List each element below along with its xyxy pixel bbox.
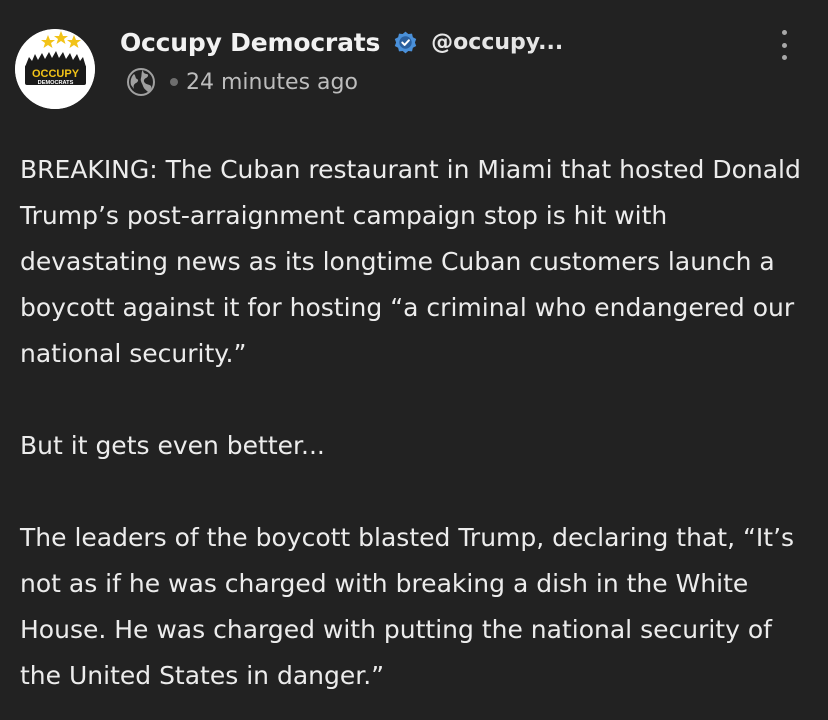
avatar-line2: DEMOCRATS: [38, 80, 74, 86]
post-paragraph: BREAKING: The Cuban restaurant in Miami …: [20, 155, 801, 368]
verified-badge-icon: [392, 29, 419, 56]
post-timestamp[interactable]: 24 minutes ago: [186, 70, 358, 95]
avatar[interactable]: OCCUPY DEMOCRATS: [15, 29, 95, 109]
post-header: Occupy Democrats @occupy... 24 minutes a…: [120, 24, 768, 97]
post-meta: 24 minutes ago: [126, 67, 768, 97]
post-card: OCCUPY DEMOCRATS Occupy Democrats @occup…: [0, 0, 828, 720]
post-paragraph: But it gets even better...: [20, 431, 325, 460]
post-body: BREAKING: The Cuban restaurant in Miami …: [20, 147, 815, 720]
occupy-democrats-logo-icon: OCCUPY DEMOCRATS: [15, 29, 95, 109]
author-name[interactable]: Occupy Democrats: [120, 28, 380, 57]
post-paragraph: The leaders of the boycott blasted Trump…: [20, 523, 795, 690]
more-dot: [781, 55, 787, 60]
more-options-button[interactable]: [776, 30, 792, 60]
avatar-line1: OCCUPY: [32, 68, 80, 80]
author-handle[interactable]: @occupy...: [431, 30, 563, 55]
globe-icon: [126, 67, 156, 97]
more-vertical-icon: [781, 30, 787, 35]
separator-dot: [170, 78, 178, 86]
more-dot: [781, 42, 787, 48]
author-row: Occupy Democrats @occupy...: [120, 24, 768, 60]
